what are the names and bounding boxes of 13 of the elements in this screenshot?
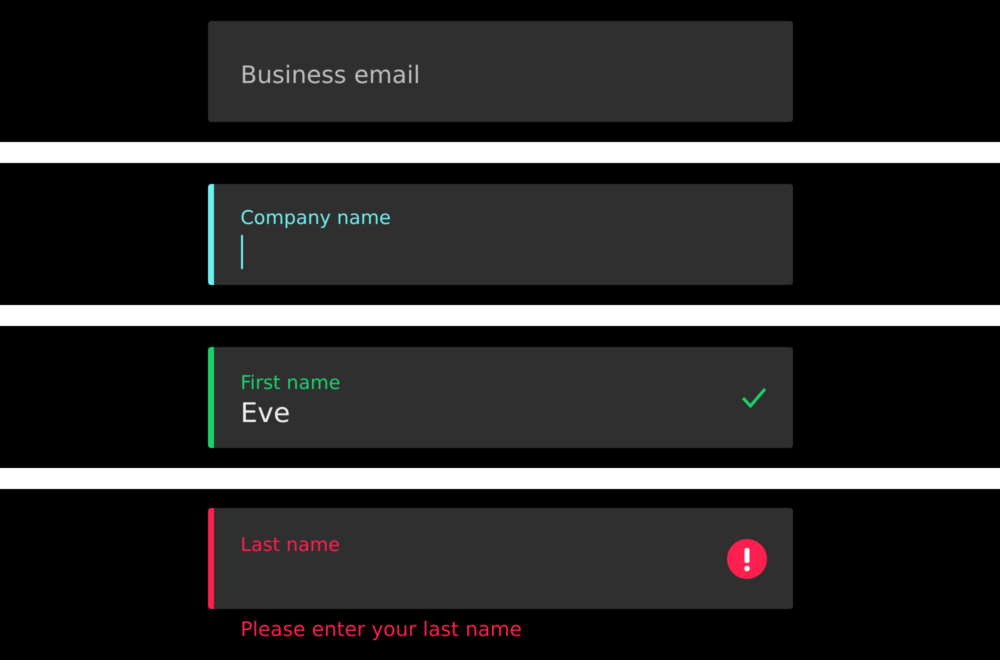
field-label: Last name: [240, 534, 340, 556]
input-field[interactable]: First name Eve: [208, 347, 792, 448]
field-label: First name: [240, 372, 340, 394]
field-label: Business email: [240, 60, 422, 88]
field-label: Company name: [240, 206, 391, 228]
input-field[interactable]: Company name: [208, 184, 792, 285]
text-cursor: [240, 234, 242, 268]
check-icon: [740, 386, 766, 408]
error-message: Please enter your last name: [240, 617, 523, 641]
input-field[interactable]: Last name: [208, 508, 792, 609]
input-field[interactable]: Business email: [208, 21, 792, 122]
error-icon: [726, 538, 766, 578]
field-value: Eve: [240, 398, 290, 429]
